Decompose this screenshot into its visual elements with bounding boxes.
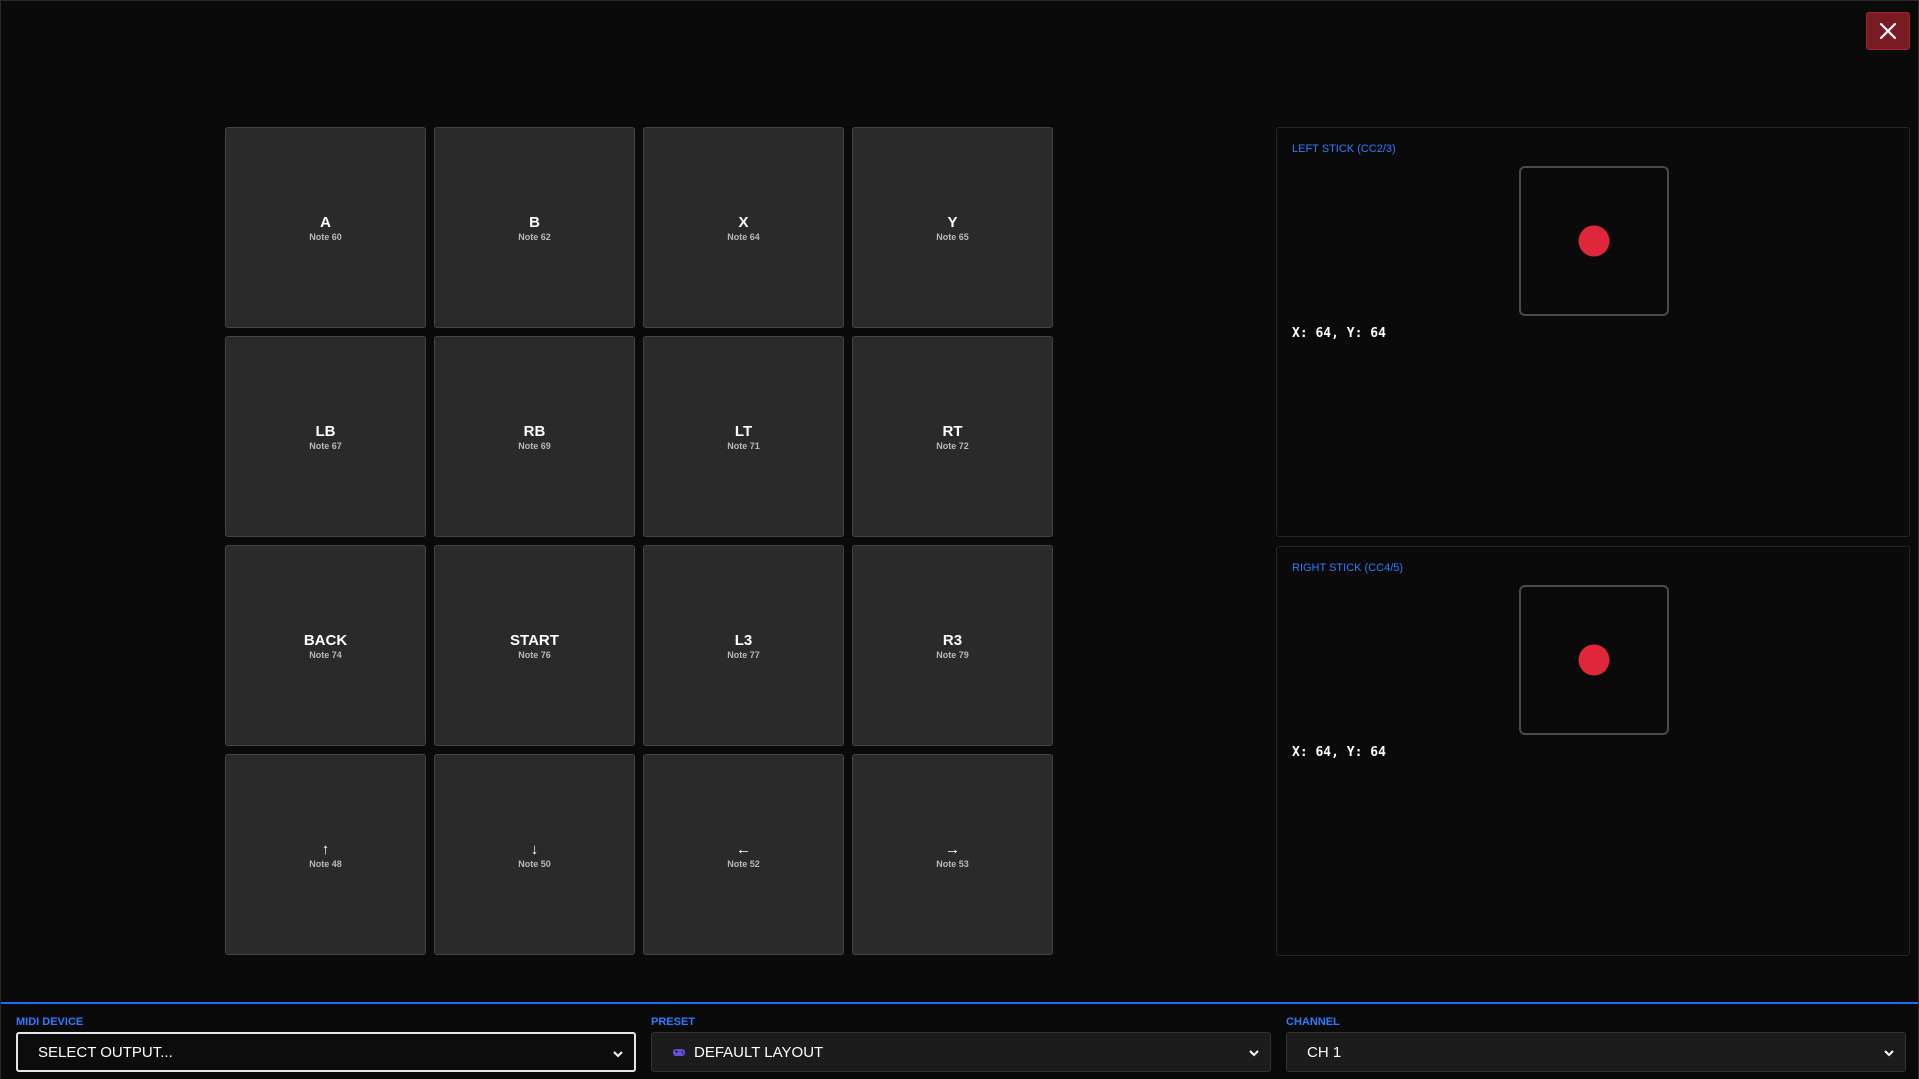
pad-dpad-down[interactable]: ↓ Note 50 [434, 754, 635, 955]
chevron-down-icon [1249, 1050, 1259, 1057]
arrow-up-icon: ↑ [321, 840, 330, 858]
pad-dpad-right[interactable]: → Note 53 [852, 754, 1053, 955]
right-stick-panel: RIGHT STICK (CC4/5) X: 64, Y: 64 [1276, 546, 1910, 956]
pad-rt[interactable]: RT Note 72 [852, 336, 1053, 537]
right-stick-knob[interactable] [1578, 644, 1610, 676]
pad-label: BACK [303, 631, 348, 649]
pad-dpad-up[interactable]: ↑ Note 48 [225, 754, 426, 955]
pad-note: Note 67 [309, 440, 342, 451]
bottom-bar: MIDI DEVICE SELECT OUTPUT... PRESET DEFA… [1, 1002, 1918, 1079]
pad-note: Note 62 [518, 231, 551, 242]
gamepad-icon [673, 1049, 685, 1056]
pad-rb[interactable]: RB Note 69 [434, 336, 635, 537]
pad-label: RT [942, 422, 963, 440]
left-stick-knob[interactable] [1578, 225, 1610, 257]
pad-label: LB [315, 422, 336, 440]
pad-a[interactable]: A Note 60 [225, 127, 426, 328]
pad-label: R3 [942, 631, 963, 649]
left-stick-title: LEFT STICK (CC2/3) [1292, 143, 1396, 155]
preset-field: PRESET DEFAULT LAYOUT [651, 1016, 1271, 1072]
pad-note: Note 64 [727, 231, 760, 242]
close-button[interactable] [1866, 12, 1910, 50]
pad-label: B [529, 213, 540, 231]
pad-dpad-left[interactable]: ← Note 52 [643, 754, 844, 955]
pad-label: LT [734, 422, 753, 440]
pad-note: Note 52 [727, 858, 760, 869]
pad-note: Note 65 [936, 231, 969, 242]
pad-l3[interactable]: L3 Note 77 [643, 545, 844, 746]
pad-note: Note 79 [936, 649, 969, 660]
midi-device-value: SELECT OUTPUT... [38, 1043, 173, 1061]
midi-device-select[interactable]: SELECT OUTPUT... [16, 1032, 636, 1072]
arrow-left-icon: ← [736, 840, 751, 858]
channel-select[interactable]: CH 1 [1286, 1032, 1906, 1072]
pad-start[interactable]: START Note 76 [434, 545, 635, 746]
channel-field: CHANNEL CH 1 [1286, 1016, 1906, 1072]
pad-lb[interactable]: LB Note 67 [225, 336, 426, 537]
close-icon [1879, 22, 1897, 40]
pad-label: START [510, 631, 559, 649]
midi-device-label: MIDI DEVICE [16, 1016, 84, 1028]
channel-label: CHANNEL [1286, 1016, 1340, 1028]
pad-note: Note 50 [518, 858, 551, 869]
chevron-down-icon [613, 1051, 623, 1058]
pad-lt[interactable]: LT Note 71 [643, 336, 844, 537]
pad-note: Note 53 [936, 858, 969, 869]
channel-value: CH 1 [1307, 1043, 1342, 1061]
right-stick-title: RIGHT STICK (CC4/5) [1292, 562, 1404, 574]
pad-y[interactable]: Y Note 65 [852, 127, 1053, 328]
pad-note: Note 69 [518, 440, 551, 451]
left-stick-panel: LEFT STICK (CC2/3) X: 64, Y: 64 [1276, 127, 1910, 537]
pad-note: Note 60 [309, 231, 342, 242]
pad-r3[interactable]: R3 Note 79 [852, 545, 1053, 746]
pad-note: Note 76 [518, 649, 551, 660]
right-stick-readout: X: 64, Y: 64 [1292, 745, 1386, 760]
preset-value: DEFAULT LAYOUT [694, 1043, 824, 1061]
chevron-down-icon [1884, 1050, 1894, 1057]
pad-back[interactable]: BACK Note 74 [225, 545, 426, 746]
arrow-down-icon: ↓ [530, 840, 539, 858]
app-window: A Note 60 B Note 62 X Note 64 Y Note 65 … [0, 0, 1919, 1079]
pad-note: Note 72 [936, 440, 969, 451]
pad-label: Y [947, 213, 958, 231]
left-stick-area[interactable] [1519, 166, 1669, 316]
pad-grid: A Note 60 B Note 62 X Note 64 Y Note 65 … [225, 127, 1053, 955]
pad-label: L3 [734, 631, 753, 649]
pad-note: Note 74 [309, 649, 342, 660]
midi-device-field: MIDI DEVICE SELECT OUTPUT... [16, 1016, 636, 1072]
pad-label: X [738, 213, 749, 231]
left-stick-readout: X: 64, Y: 64 [1292, 326, 1386, 341]
pad-note: Note 48 [309, 858, 342, 869]
pad-label: RB [523, 422, 546, 440]
pad-note: Note 77 [727, 649, 760, 660]
pad-note: Note 71 [727, 440, 760, 451]
arrow-right-icon: → [945, 840, 960, 858]
pad-x[interactable]: X Note 64 [643, 127, 844, 328]
right-stick-area[interactable] [1519, 585, 1669, 735]
pad-label: A [320, 213, 331, 231]
preset-select[interactable]: DEFAULT LAYOUT [651, 1032, 1271, 1072]
pad-b[interactable]: B Note 62 [434, 127, 635, 328]
preset-label: PRESET [651, 1016, 696, 1028]
